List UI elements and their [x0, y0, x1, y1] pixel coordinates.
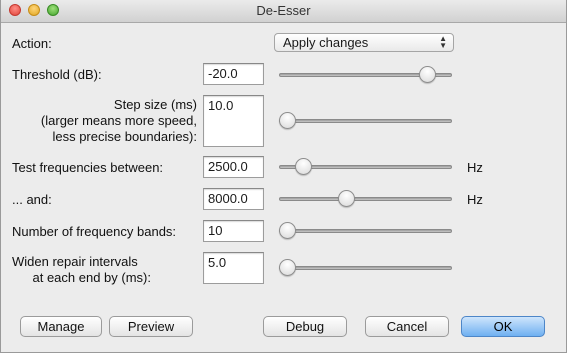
de-esser-dialog: De-Esser Action: Apply changes ▲ ▼ Thresh… [0, 0, 567, 353]
zoom-icon[interactable] [47, 4, 59, 16]
slider-thumb[interactable] [279, 259, 296, 276]
widen-label-line1: Widen repair intervals [12, 254, 138, 269]
slider-track [279, 197, 452, 201]
step-size-slider[interactable] [279, 112, 452, 130]
freq-low-slider[interactable] [279, 158, 452, 176]
freq-high-input[interactable]: 8000.0 [203, 188, 264, 210]
action-select[interactable]: Apply changes ▲ ▼ [274, 33, 454, 52]
window-controls [9, 4, 59, 16]
threshold-slider[interactable] [279, 66, 452, 84]
step-size-label-line1: Step size (ms) [113, 97, 197, 112]
title-bar: De-Esser [1, 0, 566, 23]
threshold-input[interactable]: -20.0 [203, 63, 264, 85]
freq-high-unit: Hz [467, 192, 483, 207]
bands-input[interactable]: 10 [203, 220, 264, 242]
widen-input[interactable]: 5.0 [203, 252, 264, 284]
select-arrows-icon: ▲ ▼ [439, 34, 447, 50]
widen-label-line2: at each end by (ms): [32, 270, 152, 285]
step-size-input[interactable]: 10.0 [203, 95, 264, 147]
step-size-label-line3: less precise boundaries): [52, 129, 197, 144]
slider-thumb[interactable] [279, 112, 296, 129]
slider-track [279, 229, 452, 233]
cancel-button[interactable]: Cancel [365, 316, 449, 337]
freq-low-unit: Hz [467, 160, 483, 175]
widen-slider[interactable] [279, 259, 452, 277]
bands-slider[interactable] [279, 222, 452, 240]
slider-thumb[interactable] [338, 190, 355, 207]
close-icon[interactable] [9, 4, 21, 16]
action-label: Action: [12, 36, 52, 51]
slider-thumb[interactable] [279, 222, 296, 239]
slider-thumb[interactable] [419, 66, 436, 83]
bands-label: Number of frequency bands: [12, 224, 177, 239]
freq-low-input[interactable]: 2500.0 [203, 156, 264, 178]
slider-track [279, 119, 452, 123]
freq-low-label: Test frequencies between: [12, 160, 164, 175]
freq-high-slider[interactable] [279, 190, 452, 208]
preview-button[interactable]: Preview [109, 316, 193, 337]
manage-button[interactable]: Manage [20, 316, 102, 337]
step-size-label-line2: (larger means more speed, [40, 113, 197, 128]
debug-button[interactable]: Debug [263, 316, 347, 337]
slider-track [279, 266, 452, 270]
slider-thumb[interactable] [295, 158, 312, 175]
action-select-value: Apply changes [283, 35, 369, 50]
ok-button[interactable]: OK [461, 316, 545, 337]
threshold-label: Threshold (dB): [12, 67, 102, 82]
freq-high-label: ... and: [12, 192, 52, 207]
minimize-icon[interactable] [28, 4, 40, 16]
window-title: De-Esser [256, 3, 311, 18]
